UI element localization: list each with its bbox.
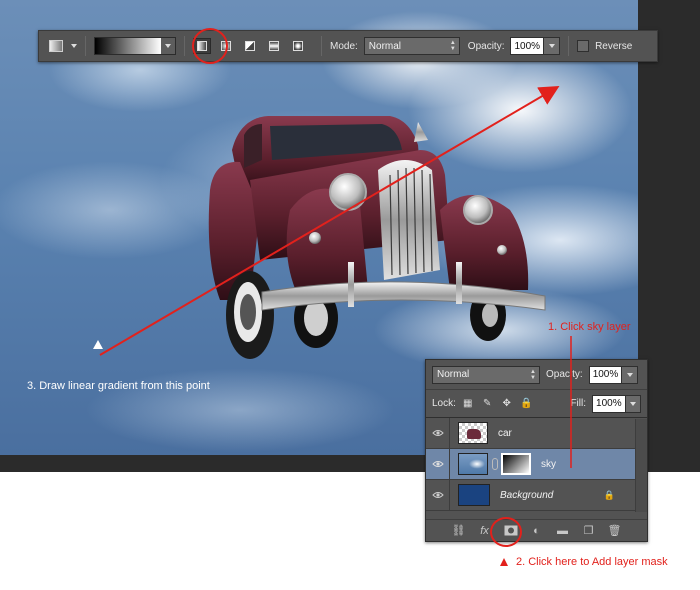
mode-value: Normal: [368, 40, 402, 52]
gradient-dropdown-button[interactable]: [161, 38, 175, 54]
fill-input[interactable]: 100%: [592, 394, 626, 413]
step3-annotation: 3. Draw linear gradient from this point: [27, 380, 210, 392]
angle-gradient-icon: [245, 41, 255, 51]
layer-opacity-label: Opacity:: [546, 369, 583, 380]
layers-scrollbar[interactable]: [635, 419, 647, 512]
reflected-gradient-button[interactable]: [265, 38, 283, 54]
step2-marker: [500, 558, 508, 566]
toolbar-divider: [184, 36, 185, 56]
gradient-picker[interactable]: [94, 37, 176, 55]
lock-row: Lock: ▦ ✎ ✥ 🔒 Fill: 100%: [426, 390, 647, 418]
group-folder-icon[interactable]: ▬: [555, 524, 571, 538]
layer-thumbnail: [458, 484, 490, 506]
layer-thumbnail: [458, 453, 488, 475]
fill-label: Fill:: [570, 398, 587, 409]
lock-icon: 🔒: [603, 490, 615, 500]
adjustment-layer-icon[interactable]: ◐: [529, 524, 545, 538]
layer-thumbnail: [458, 422, 488, 444]
layer-name[interactable]: car: [498, 428, 512, 439]
gradient-options-bar: Mode: Normal ▲ ▼ Opacity: 100% Reverse: [38, 30, 658, 62]
trash-icon[interactable]: 🗑: [607, 524, 623, 538]
lock-label: Lock:: [432, 398, 456, 409]
step1-annotation: 1. Click sky layer: [548, 321, 631, 333]
updown-arrows-icon: ▲ ▼: [449, 40, 456, 52]
blend-mode-select[interactable]: Normal ▲ ▼: [432, 365, 540, 384]
reflected-gradient-icon: [269, 41, 279, 51]
highlight-circle-linear-gradient: [192, 28, 228, 64]
reverse-checkbox[interactable]: [577, 40, 590, 52]
blend-mode-value: Normal: [437, 369, 470, 380]
layer-row-car[interactable]: car: [426, 418, 647, 449]
layers-panel-footer: ⛓ fx ◐ ▬ ❐ 🗑: [426, 519, 647, 541]
reverse-label: Reverse: [595, 40, 633, 52]
layer-name[interactable]: sky: [541, 459, 556, 470]
layers-panel-header: Normal ▲ ▼ Opacity: 100%: [426, 360, 647, 390]
visibility-eye-icon[interactable]: [426, 449, 450, 479]
chevron-down-icon: [626, 372, 633, 377]
mode-select[interactable]: Normal ▲ ▼: [363, 37, 460, 55]
lock-image-pixels-icon[interactable]: ✎: [481, 398, 493, 410]
gradient-tool-preset-icon[interactable]: [49, 40, 63, 52]
angle-gradient-button[interactable]: [241, 38, 259, 54]
fill-dropdown[interactable]: [625, 394, 641, 413]
layers-panel: Normal ▲ ▼ Opacity: 100% Lock: ▦ ✎ ✥ 🔒 Fi…: [425, 359, 648, 542]
chevron-down-icon: [165, 44, 171, 48]
lock-transparent-pixels-icon[interactable]: ▦: [462, 398, 474, 410]
toolbar-divider: [568, 36, 570, 56]
lock-position-icon[interactable]: ✥: [501, 398, 513, 410]
toolbar-divider: [85, 36, 86, 56]
layer-opacity-dropdown[interactable]: [622, 365, 639, 384]
layer-opacity-input[interactable]: 100%: [588, 365, 623, 384]
mask-link-icon[interactable]: [492, 458, 498, 470]
chevron-down-icon: [548, 44, 555, 48]
opacity-input[interactable]: 100%: [510, 37, 545, 55]
layer-row-sky[interactable]: sky: [426, 449, 647, 480]
lock-all-icon[interactable]: 🔒: [520, 398, 532, 410]
highlight-circle-layer-mask: [490, 517, 522, 547]
updown-arrows-icon: ▲ ▼: [530, 368, 536, 381]
toolbar-divider: [321, 36, 322, 56]
gradient-swatch[interactable]: [95, 38, 161, 54]
start-point-marker: [93, 340, 103, 349]
layer-name[interactable]: Background: [500, 490, 553, 501]
diamond-gradient-button[interactable]: [289, 38, 307, 54]
visibility-eye-icon[interactable]: [426, 480, 450, 510]
link-icon[interactable]: ⛓: [451, 524, 467, 538]
opacity-label: Opacity:: [467, 40, 505, 52]
mode-label: Mode:: [330, 40, 358, 52]
chevron-down-icon: [629, 401, 636, 406]
layer-row-background[interactable]: Background 🔒: [426, 480, 647, 511]
visibility-eye-icon[interactable]: [426, 418, 450, 448]
step2-annotation: 2. Click here to Add layer mask: [516, 556, 668, 568]
tool-preset-caret-icon[interactable]: [71, 44, 77, 48]
screenshot-stage: Mode: Normal ▲ ▼ Opacity: 100% Reverse No…: [0, 0, 700, 590]
layer-mask-thumbnail[interactable]: [501, 453, 531, 475]
new-layer-icon[interactable]: ❐: [581, 524, 597, 538]
diamond-gradient-icon: [293, 41, 303, 51]
opacity-dropdown-button[interactable]: [544, 37, 561, 55]
